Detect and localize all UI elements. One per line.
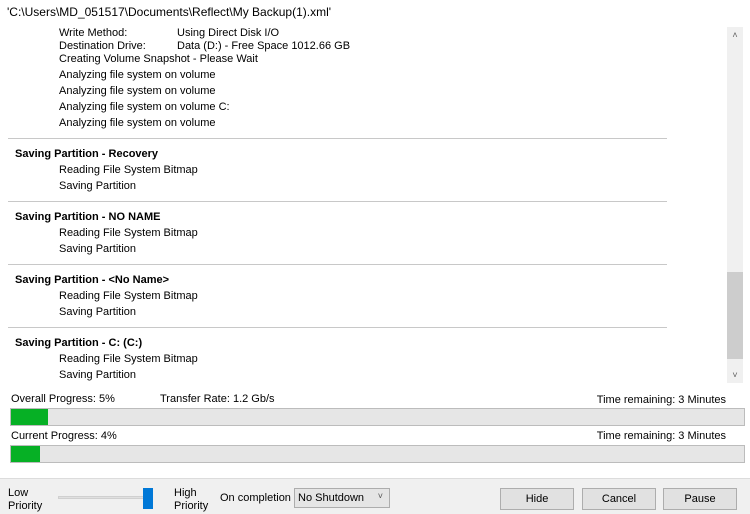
current-progress-bar bbox=[10, 445, 745, 463]
high-text: High bbox=[174, 487, 197, 499]
completion-value: No Shutdown bbox=[298, 492, 365, 504]
write-method-value: Using Direct Disk I/O bbox=[177, 27, 280, 39]
section-title: Saving Partition - Recovery bbox=[15, 148, 159, 160]
cancel-button[interactable]: Cancel bbox=[582, 488, 656, 510]
low-priority-label: Low Priority bbox=[8, 487, 42, 513]
log-line: Analyzing file system on volume bbox=[59, 117, 216, 129]
log-line: Analyzing file system on volume bbox=[59, 85, 216, 97]
section-title: Saving Partition - NO NAME bbox=[15, 211, 161, 223]
current-progress-fill bbox=[11, 446, 41, 462]
overall-progress-bar bbox=[10, 408, 745, 426]
log-scrollbar[interactable]: ˄ ˅ bbox=[727, 27, 743, 383]
low-text: Low bbox=[8, 487, 29, 499]
priority-text: Priority bbox=[174, 500, 209, 512]
log-line: Creating Volume Snapshot - Please Wait bbox=[59, 53, 258, 65]
scroll-down-icon[interactable]: ˅ bbox=[727, 367, 743, 383]
log-line: Saving Partition bbox=[59, 180, 137, 192]
scrollbar-thumb[interactable] bbox=[727, 272, 743, 359]
high-priority-label: High Priority bbox=[174, 487, 208, 513]
section-title: Saving Partition - <No Name> bbox=[15, 274, 170, 286]
destination-label: Destination Drive: bbox=[59, 40, 146, 52]
log-panel: Write Method: Using Direct Disk I/O Dest… bbox=[0, 25, 725, 385]
current-time-remaining: Time remaining: 3 Minutes bbox=[596, 430, 726, 442]
footer-bar: Low Priority High Priority On completion N… bbox=[0, 478, 750, 514]
overall-progress-fill bbox=[11, 409, 48, 425]
priority-slider-track[interactable] bbox=[58, 496, 150, 499]
priority-slider-thumb[interactable] bbox=[143, 488, 153, 509]
log-line: Saving Partition bbox=[59, 369, 137, 381]
on-completion-select[interactable]: No Shutdown ˅ bbox=[294, 488, 390, 508]
divider bbox=[8, 327, 667, 328]
chevron-down-icon: ˅ bbox=[377, 491, 383, 501]
destination-value: Data (D:) - Free Space 1012.66 GB bbox=[177, 40, 351, 52]
pause-button[interactable]: Pause bbox=[663, 488, 737, 510]
divider bbox=[8, 138, 667, 139]
log-line: Analyzing file system on volume bbox=[59, 69, 216, 81]
log-line: Analyzing file system on volume C: bbox=[59, 101, 230, 113]
log-line: Reading File System Bitmap bbox=[59, 353, 198, 365]
log-line: Saving Partition bbox=[59, 306, 137, 318]
current-progress-label: Current Progress: 4% bbox=[11, 430, 117, 442]
divider bbox=[8, 201, 667, 202]
hide-button[interactable]: Hide bbox=[500, 488, 574, 510]
overall-time-remaining: Time remaining: 3 Minutes bbox=[596, 394, 726, 406]
log-line: Reading File System Bitmap bbox=[59, 164, 198, 176]
overall-progress-label: Overall Progress: 5% bbox=[11, 393, 115, 405]
log-line: Reading File System Bitmap bbox=[59, 290, 198, 302]
log-line: Reading File System Bitmap bbox=[59, 227, 198, 239]
priority-text: Priority bbox=[8, 500, 43, 512]
write-method-label: Write Method: bbox=[59, 27, 128, 39]
log-line: Saving Partition bbox=[59, 243, 137, 255]
window-title: 'C:\Users\MD_051517\Documents\Reflect\My… bbox=[7, 5, 332, 19]
transfer-rate: Transfer Rate: 1.2 Gb/s bbox=[160, 393, 275, 405]
scroll-up-icon[interactable]: ˄ bbox=[727, 27, 743, 43]
on-completion-label: On completion bbox=[220, 492, 291, 504]
section-title: Saving Partition - C: (C:) bbox=[15, 337, 143, 349]
divider bbox=[8, 264, 667, 265]
